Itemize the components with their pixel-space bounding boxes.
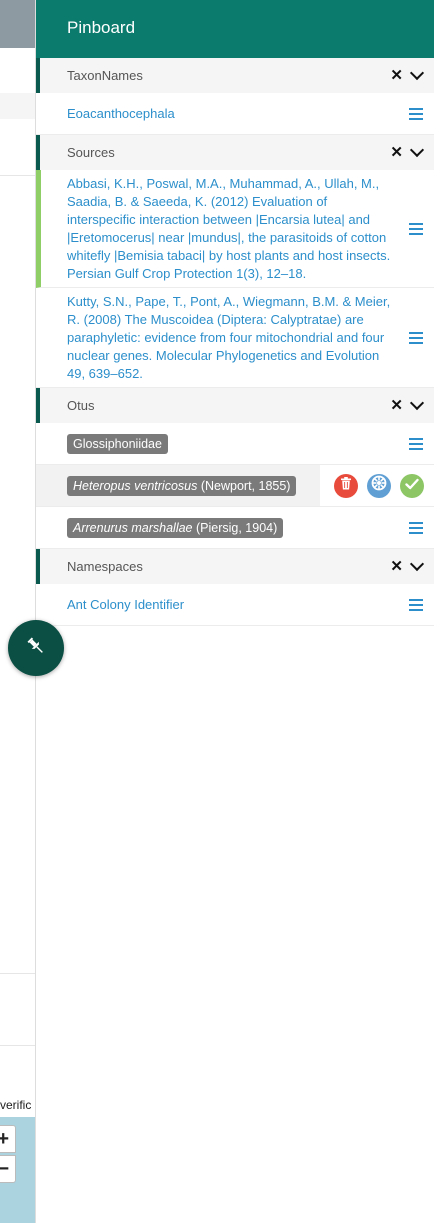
background-topbar [0,0,35,48]
otu-name: Arrenurus marshallae [73,520,193,535]
otu-badge[interactable]: Heteropus ventricosus (Newport, 1855) [67,475,297,496]
pinboard-title: Pinboard [36,0,434,58]
radial-menu-button[interactable] [367,473,391,498]
list-item[interactable]: Abbasi, K.H., Poswal, M.A., Muhammad, A.… [36,170,434,288]
list-item[interactable]: Ant Colony Identifier [36,584,434,626]
pinned-item-link[interactable]: Ant Colony Identifier [67,596,184,614]
pinned-item-link[interactable]: Kutty, S.N., Pape, T., Pont, A., Wiegman… [67,294,390,381]
hamburger-icon[interactable] [409,222,423,235]
section-header-sources: Sources ✕ [36,135,434,170]
make-default-button[interactable] [400,473,424,498]
section-label: Otus [67,398,95,413]
hamburger-icon[interactable] [409,107,423,120]
otu-author: (Newport, 1855) [197,478,291,493]
delete-button[interactable] [334,473,358,498]
otu-name: Heteropus ventricosus [73,478,198,493]
section-label: Sources [67,145,115,160]
chevron-down-icon[interactable] [409,556,425,572]
hamburger-icon[interactable] [409,598,423,611]
radial-menu-icon [371,475,387,496]
pinned-item-link[interactable]: Eoacanthocephala [67,105,175,123]
background-app: verific + − [0,0,35,1223]
list-item[interactable]: Heteropus ventricosus (Newport, 1855) [36,465,434,507]
row-actions [334,473,424,498]
list-item[interactable]: Eoacanthocephala [36,93,434,135]
close-icon[interactable]: ✕ [390,145,403,160]
pin-icon [25,635,47,662]
section-label: Namespaces [67,559,143,574]
list-item[interactable]: Arrenurus marshallae (Piersig, 1904) [36,507,434,549]
close-icon[interactable]: ✕ [390,68,403,83]
otu-author: (Piersig, 1904) [192,520,278,535]
hamburger-icon[interactable] [409,331,423,344]
hamburger-icon[interactable] [409,521,423,534]
divider [0,175,35,176]
pinboard-toggle-button[interactable] [8,620,64,676]
section-header-taxon-names: TaxonNames ✕ [36,58,434,93]
section-header-namespaces: Namespaces ✕ [36,549,434,584]
section-label: TaxonNames [67,68,143,83]
zoom-out-button[interactable]: − [0,1155,16,1183]
chevron-down-icon[interactable] [409,142,425,158]
list-item[interactable]: Kutty, S.N., Pape, T., Pont, A., Wiegman… [36,288,434,388]
list-item[interactable]: Glossiphoniidae [36,423,434,465]
hamburger-icon[interactable] [409,437,423,450]
chevron-down-icon[interactable] [409,395,425,411]
otu-badge[interactable]: Arrenurus marshallae (Piersig, 1904) [67,517,284,538]
divider [0,1045,35,1046]
pinned-item-link[interactable]: Abbasi, K.H., Poswal, M.A., Muhammad, A.… [67,176,390,281]
background-band [0,93,35,119]
background-text: verific [0,1098,32,1112]
chevron-down-icon[interactable] [409,65,425,81]
divider [0,973,35,974]
section-header-otus: Otus ✕ [36,388,434,423]
check-icon [405,477,419,495]
close-icon[interactable]: ✕ [390,559,403,574]
pinboard-panel: Pinboard TaxonNames ✕ Eoacanthocephala S… [35,0,434,1223]
otu-badge[interactable]: Glossiphoniidae [67,433,168,454]
close-icon[interactable]: ✕ [390,398,403,413]
otu-name: Glossiphoniidae [73,436,162,451]
trash-icon [340,476,352,495]
zoom-in-button[interactable]: + [0,1125,16,1153]
